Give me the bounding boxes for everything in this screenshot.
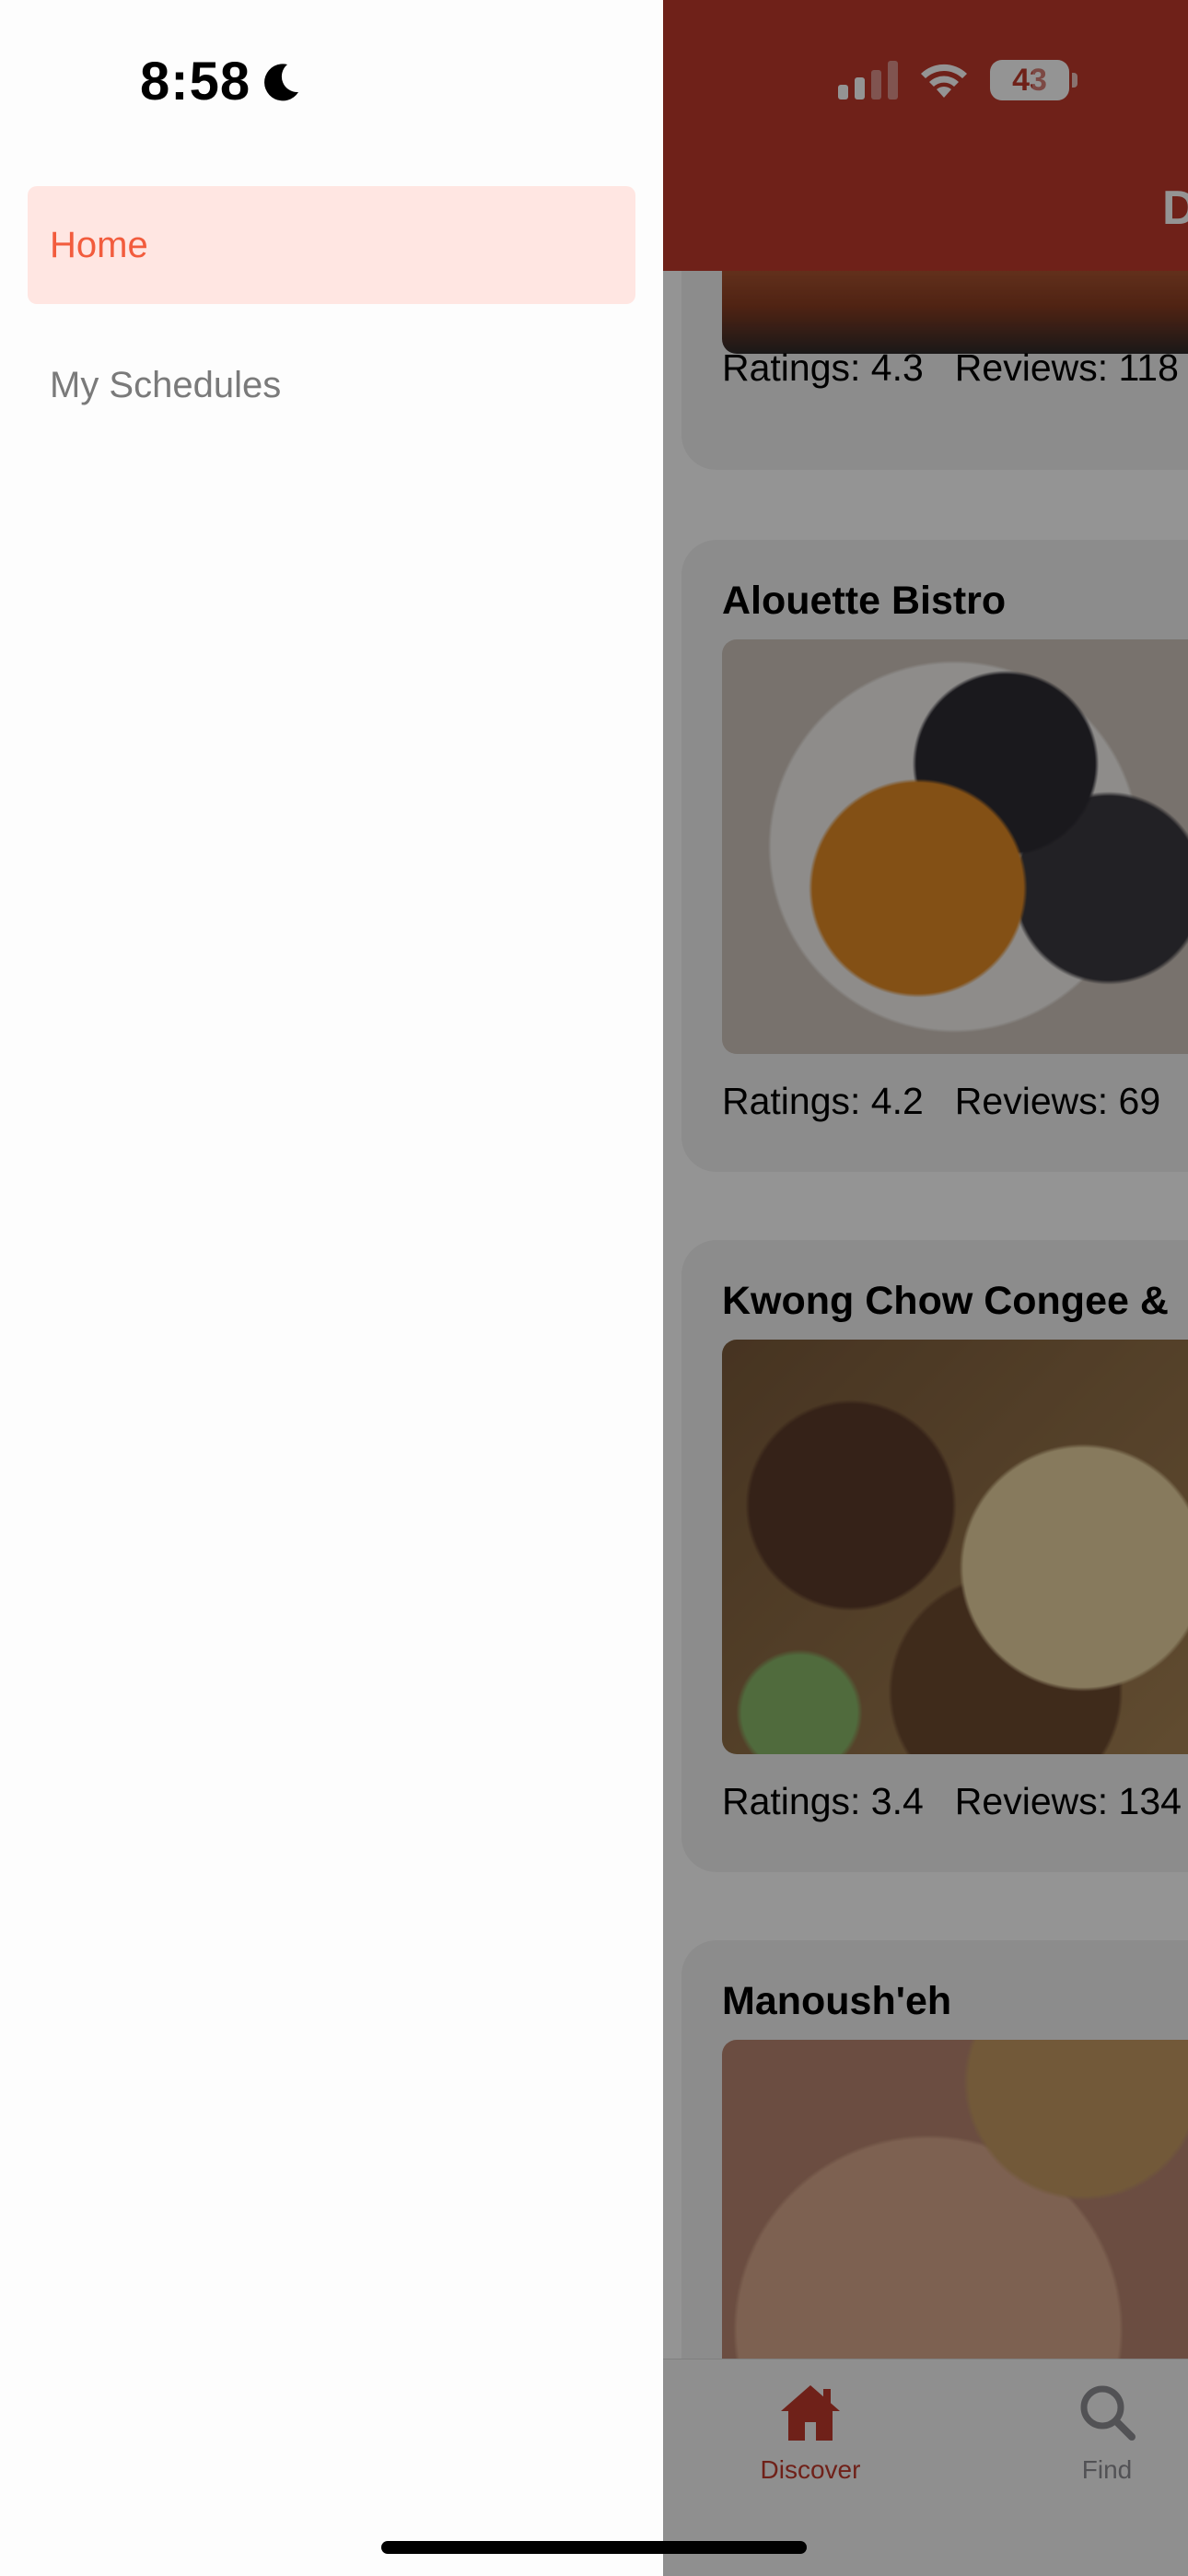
drawer-scrim[interactable] <box>663 0 1188 2576</box>
home-indicator[interactable] <box>381 2541 807 2554</box>
drawer-item-label: Home <box>50 224 148 265</box>
drawer-item-home[interactable]: Home <box>28 186 635 304</box>
navigation-drawer: 8:58 Home My Schedules <box>0 0 663 2576</box>
clock-text: 8:58 <box>140 52 251 111</box>
drawer-item-label: My Schedules <box>50 364 282 405</box>
background-app: 43 D Ratings: 4.3 Reviews: 118 Alouette B… <box>663 0 1188 2576</box>
drawer-item-my-schedules[interactable]: My Schedules <box>28 326 635 444</box>
status-time: 8:58 <box>140 51 302 112</box>
moon-icon <box>264 63 299 100</box>
